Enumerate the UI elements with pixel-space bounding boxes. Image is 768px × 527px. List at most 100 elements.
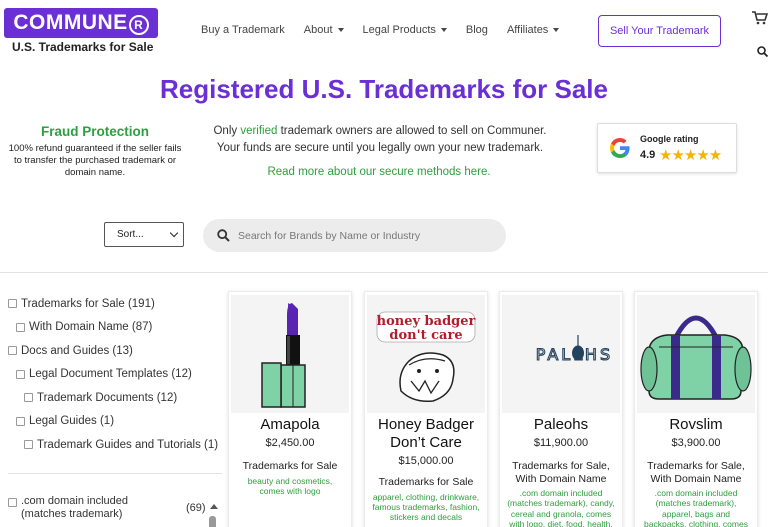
filter-item[interactable]: Docs and Guides (13) xyxy=(8,339,223,363)
product-card[interactable]: PALE HS Paleohs $11,900.00 Trademarks fo… xyxy=(499,291,623,527)
filter-label: Trademark Guides and Tutorials (1) xyxy=(37,438,219,451)
scrollbar-thumb[interactable] xyxy=(209,516,216,527)
product-price: $15,000.00 xyxy=(398,455,454,467)
product-price: $11,900.00 xyxy=(533,437,589,449)
product-price: $2,450.00 xyxy=(265,437,315,449)
verification-text: Only verified trademark owners are allow… xyxy=(196,123,564,156)
lipstick-icon xyxy=(261,303,306,408)
logo-subtitle: U.S. Trademarks for Sale xyxy=(12,40,154,54)
product-tags[interactable]: .com domain included (matches trademark)… xyxy=(635,488,757,527)
nav-item-buy-a-trademark[interactable]: Buy a Trademark xyxy=(201,24,285,36)
filter-label: Legal Guides (1) xyxy=(29,415,115,428)
nav-item-label: About xyxy=(303,24,333,36)
sort-select[interactable]: Sort... xyxy=(104,222,184,247)
filter-label: Trademarks for Sale (191) xyxy=(21,297,155,310)
product-category[interactable]: Trademarks for Sale, With Domain Name xyxy=(635,460,757,485)
logo-wordmark: COMMUNE R xyxy=(13,11,149,35)
svg-text:HS: HS xyxy=(585,345,613,364)
fraud-text: 100% refund guaranteed if the seller fai… xyxy=(8,143,182,178)
verified-highlight: verified xyxy=(240,125,278,137)
checkbox[interactable] xyxy=(16,416,25,426)
paleohs-logo: PALE HS xyxy=(535,335,613,365)
nav-item-label: Affiliates xyxy=(506,24,549,36)
product-category[interactable]: Trademarks for Sale, With Domain Name xyxy=(500,460,622,485)
product-tags[interactable]: beauty and cosmetics, comes with logo xyxy=(229,476,351,496)
filter-item[interactable]: Trademarks for Sale (191) xyxy=(8,292,223,316)
checkbox[interactable] xyxy=(8,346,17,356)
search-input[interactable] xyxy=(238,229,488,242)
product-price: $3,900.00 xyxy=(671,437,721,449)
rating-label: Google rating xyxy=(640,134,699,144)
filter-label: Trademark Documents (12) xyxy=(37,391,178,404)
verify-text-line2: Your funds are secure until you legally … xyxy=(216,141,544,154)
product-name[interactable]: Rovslim xyxy=(635,416,757,434)
svg-text:don't care: don't care xyxy=(389,328,462,343)
checkbox[interactable] xyxy=(24,440,33,450)
caret-down-icon xyxy=(553,28,560,32)
filter-item[interactable]: Legal Guides (1) xyxy=(8,410,223,434)
checkbox[interactable] xyxy=(8,498,17,507)
checkbox[interactable] xyxy=(16,369,25,379)
product-image xyxy=(637,295,755,413)
filter-item[interactable]: Trademark Documents (12) xyxy=(8,386,223,410)
search-bar[interactable] xyxy=(203,219,506,252)
fraud-title: Fraud Protection xyxy=(40,124,149,139)
search-icon[interactable] xyxy=(757,46,768,57)
honey-badger-logo: honey badger don't care xyxy=(367,295,485,413)
verify-text-after: trademark owners are allowed to sell on … xyxy=(277,125,547,137)
nav-item-label: Blog xyxy=(465,24,488,36)
duffel-bag-icon xyxy=(640,315,752,400)
sidebar-divider xyxy=(8,473,222,474)
logo-badge: COMMUNE R xyxy=(4,8,158,38)
domain-filter[interactable]: .com domain included (matches trademark)… xyxy=(8,495,223,527)
product-name[interactable]: Paleohs xyxy=(500,416,622,434)
sort-label: Sort... xyxy=(117,229,144,240)
rating-value: 4.9 xyxy=(640,149,656,161)
product-card[interactable]: Rovslim $3,900.00 Trademarks for Sale, W… xyxy=(634,291,758,527)
filter-item[interactable]: Legal Document Templates (12) xyxy=(8,363,223,387)
scroll-up-icon[interactable] xyxy=(210,504,218,509)
page-title: Registered U.S. Trademarks for Sale xyxy=(160,74,608,104)
chevron-down-icon xyxy=(169,228,179,238)
product-category[interactable]: Trademarks for Sale xyxy=(365,476,487,489)
product-image: honey badger don't care xyxy=(367,295,485,413)
sell-trademark-button[interactable]: Sell Your Trademark xyxy=(598,15,721,47)
caret-down-icon xyxy=(337,28,344,32)
logo-circled-letter: R xyxy=(128,15,149,35)
nav-item-affiliates[interactable]: Affiliates xyxy=(506,24,560,36)
product-image xyxy=(231,295,349,413)
cart-icon[interactable] xyxy=(752,10,768,26)
nav-item-about[interactable]: About xyxy=(304,24,344,36)
product-card[interactable]: Amapola $2,450.00 Trademarks for Sale be… xyxy=(228,291,352,527)
google-logo-icon xyxy=(610,138,630,158)
domain-filter-label: .com domain included (matches trademark) xyxy=(21,495,129,520)
search-icon xyxy=(217,229,230,242)
logo[interactable]: COMMUNE R U.S. Trademarks for Sale xyxy=(4,8,159,54)
nav-item-legal-products[interactable]: Legal Products xyxy=(363,24,447,36)
checkbox[interactable] xyxy=(8,299,17,309)
svg-text:honey badger: honey badger xyxy=(377,314,476,329)
rating-stars: ★★★★★ xyxy=(659,147,722,164)
filter-label: Docs and Guides (13) xyxy=(21,344,133,357)
domain-filter-count: (69) xyxy=(186,502,206,514)
product-tags[interactable]: .com domain included (matches trademark)… xyxy=(500,488,622,527)
nav-item-label: Legal Products xyxy=(362,24,436,36)
checkbox[interactable] xyxy=(16,322,25,332)
product-tags[interactable]: apparel, clothing, drinkware, famous tra… xyxy=(365,492,487,523)
google-rating-badge[interactable]: Google rating 4.9 ★★★★★ xyxy=(597,123,737,173)
product-category[interactable]: Trademarks for Sale xyxy=(229,460,351,473)
category-filters: Trademarks for Sale (191) With Domain Nam… xyxy=(8,292,223,457)
filter-label: Legal Document Templates (12) xyxy=(29,368,192,381)
product-image: PALE HS xyxy=(502,295,620,413)
divider xyxy=(0,272,768,273)
product-name[interactable]: Amapola xyxy=(229,416,351,434)
product-card[interactable]: honey badger don't care Honey Badger Don… xyxy=(364,291,488,527)
filter-item[interactable]: Trademark Guides and Tutorials (1) xyxy=(8,433,223,457)
nav-item-blog[interactable]: Blog xyxy=(466,24,488,36)
filter-label: With Domain Name (87) xyxy=(29,321,153,334)
product-name[interactable]: Honey Badger Don’t Care xyxy=(365,416,487,452)
page: COMMUNE R U.S. Trademarks for Sale Buy a … xyxy=(0,0,768,527)
checkbox[interactable] xyxy=(24,393,33,403)
read-more-link[interactable]: Read more about our secure methods here. xyxy=(196,166,562,178)
filter-item[interactable]: With Domain Name (87) xyxy=(8,316,223,340)
